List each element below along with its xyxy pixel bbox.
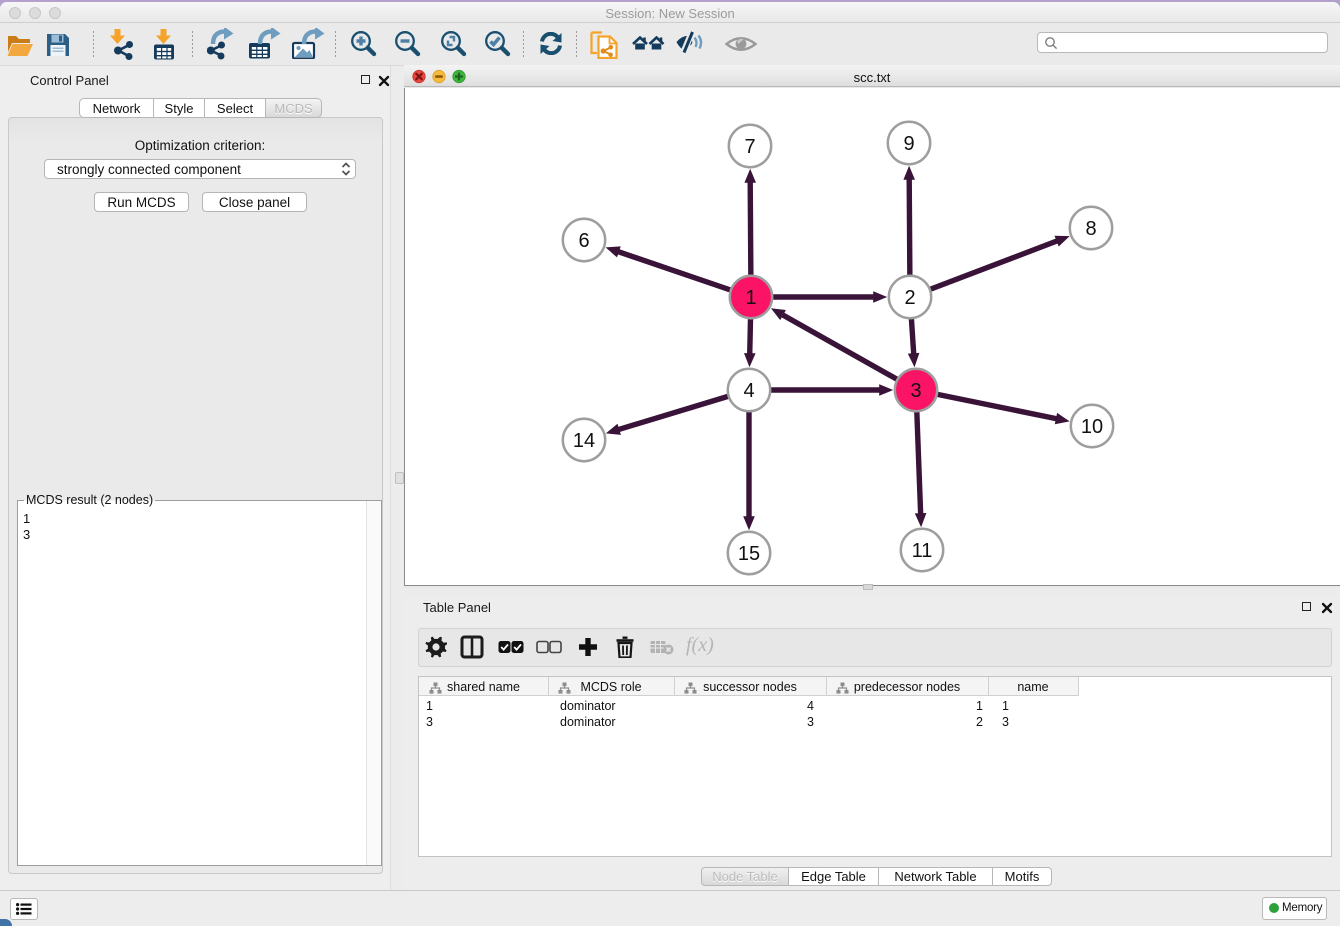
svg-text:1: 1 <box>745 287 756 309</box>
svg-text:11: 11 <box>912 540 933 562</box>
svg-text:10: 10 <box>1081 416 1103 438</box>
svg-text:6: 6 <box>578 230 589 252</box>
svg-text:14: 14 <box>573 430 595 452</box>
svg-text:7: 7 <box>744 136 755 158</box>
svg-text:9: 9 <box>903 133 914 155</box>
svg-text:4: 4 <box>743 380 754 402</box>
svg-text:8: 8 <box>1085 218 1096 240</box>
svg-text:15: 15 <box>738 543 760 565</box>
svg-text:3: 3 <box>910 380 921 402</box>
svg-text:2: 2 <box>904 287 915 309</box>
